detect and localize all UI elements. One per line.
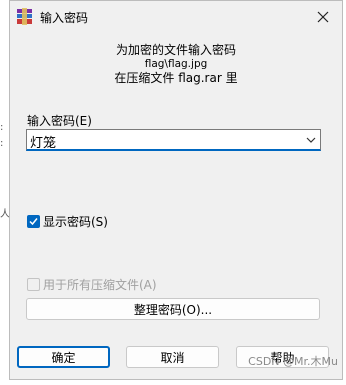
show-password-label: 显示密码(S) <box>43 215 108 229</box>
show-password-checkbox[interactable] <box>27 215 40 228</box>
chevron-down-icon[interactable] <box>304 133 318 147</box>
close-button[interactable] <box>310 4 336 30</box>
info-archive-name: 在压缩文件 flag.rar 里 <box>114 71 238 85</box>
checkmark-icon <box>29 218 38 226</box>
title-bar[interactable]: 输入密码 <box>10 1 342 33</box>
show-password-option[interactable]: 显示密码(S) <box>27 213 108 230</box>
archive-info: 为加密的文件输入密码 flag\flag.jpg 在压缩文件 flag.rar … <box>10 43 342 85</box>
dialog-title: 输入密码 <box>40 11 89 25</box>
winrar-icon <box>16 8 33 25</box>
background-fragment: : <box>0 122 4 133</box>
close-icon <box>317 11 329 23</box>
use-for-all-archives-label: 用于所有压缩文件(A) <box>43 278 157 292</box>
use-for-all-archives-checkbox <box>27 278 40 291</box>
background-fragment: : <box>0 138 4 149</box>
info-file-path: flag\flag.jpg <box>144 58 208 70</box>
use-for-all-archives-option: 用于所有压缩文件(A) <box>27 276 157 293</box>
ok-button[interactable]: 确定 <box>17 346 110 368</box>
password-combobox[interactable]: 灯笼 <box>26 129 321 151</box>
screen: : : 人 输入密码 为加密的文件输入密码 flag\flag.jpg 在压缩文… <box>0 0 346 385</box>
password-label: 输入密码(E) <box>27 114 92 128</box>
organize-passwords-button[interactable]: 整理密码(O)... <box>26 298 320 320</box>
watermark: CSDN @Mr.木Mu <box>248 355 338 368</box>
enter-password-dialog: 输入密码 为加密的文件输入密码 flag\flag.jpg 在压缩文件 flag… <box>9 0 343 380</box>
cancel-button[interactable]: 取消 <box>126 346 219 368</box>
info-prompt: 为加密的文件输入密码 <box>115 43 236 57</box>
password-input[interactable]: 灯笼 <box>30 132 56 151</box>
